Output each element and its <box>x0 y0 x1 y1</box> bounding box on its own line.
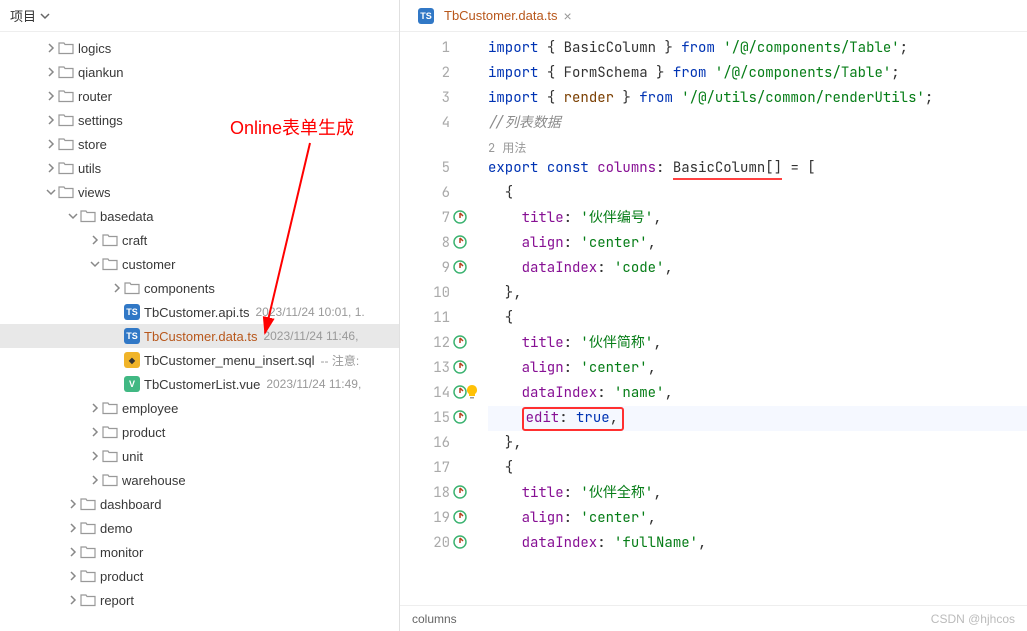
usage-hint[interactable]: 2 用法 <box>488 140 526 156</box>
tree-folder-views[interactable]: views <box>0 180 399 204</box>
annotation-text: Online表单生成 <box>230 114 354 140</box>
tab-bar: TS TbCustomer.data.ts × <box>400 0 1027 32</box>
breadcrumb-bar: columns CSDN @hjhcos <box>400 605 1027 631</box>
code-content[interactable]: import { BasicColumn } from '/@/componen… <box>460 32 1027 605</box>
code-editor[interactable]: 1 2 3 4 5 6 7 8 9 10 11 12 13 14 15 16 1… <box>400 32 1027 605</box>
lightbulb-icon[interactable] <box>464 384 480 400</box>
tree-folder-logics[interactable]: logics <box>0 36 399 60</box>
project-sidebar: 项目 logics qiankun router settings store … <box>0 0 400 631</box>
tree-folder-components[interactable]: components <box>0 276 399 300</box>
tree-folder-unit[interactable]: unit <box>0 444 399 468</box>
sql-icon: ◆ <box>124 352 140 368</box>
ts-icon: TS <box>418 8 434 24</box>
tree-file-data[interactable]: TSTbCustomer.data.ts2023/11/24 11:46, <box>0 324 399 348</box>
tree-folder-customer[interactable]: customer <box>0 252 399 276</box>
tree-folder-report[interactable]: report <box>0 588 399 612</box>
tree-folder-demo[interactable]: demo <box>0 516 399 540</box>
line-gutter: 1 2 3 4 5 6 7 8 9 10 11 12 13 14 15 16 1… <box>400 32 460 605</box>
tree-folder-dashboard[interactable]: dashboard <box>0 492 399 516</box>
ts-icon: TS <box>124 328 140 344</box>
tree-folder-product[interactable]: product <box>0 420 399 444</box>
tree-folder-basedata[interactable]: basedata <box>0 204 399 228</box>
tree-file-api[interactable]: TSTbCustomer.api.ts2023/11/24 10:01, 1. <box>0 300 399 324</box>
sidebar-title: 项目 <box>10 6 36 25</box>
breadcrumb-item[interactable]: columns <box>412 612 457 626</box>
tree-folder-monitor[interactable]: monitor <box>0 540 399 564</box>
tree-folder-router[interactable]: router <box>0 84 399 108</box>
tree-folder-product2[interactable]: product <box>0 564 399 588</box>
watermark: CSDN @hjhcos <box>931 612 1015 626</box>
tab-title: TbCustomer.data.ts <box>444 8 557 23</box>
vue-icon: V <box>124 376 140 392</box>
editor-pane: TS TbCustomer.data.ts × 1 2 3 4 5 6 7 8 … <box>400 0 1027 631</box>
tree-folder-employee[interactable]: employee <box>0 396 399 420</box>
close-icon[interactable]: × <box>563 8 571 24</box>
tab-tbcustomer-data[interactable]: TS TbCustomer.data.ts × <box>408 0 582 32</box>
tree-folder-utils[interactable]: utils <box>0 156 399 180</box>
tree-folder-craft[interactable]: craft <box>0 228 399 252</box>
tree-folder-qiankun[interactable]: qiankun <box>0 60 399 84</box>
tree-file-sql[interactable]: ◆TbCustomer_menu_insert.sql-- 注意: <box>0 348 399 372</box>
ts-icon: TS <box>124 304 140 320</box>
sidebar-header[interactable]: 项目 <box>0 0 399 32</box>
tree-folder-warehouse[interactable]: warehouse <box>0 468 399 492</box>
tree-file-vue[interactable]: VTbCustomerList.vue2023/11/24 11:49, <box>0 372 399 396</box>
chevron-down-icon <box>40 11 50 21</box>
